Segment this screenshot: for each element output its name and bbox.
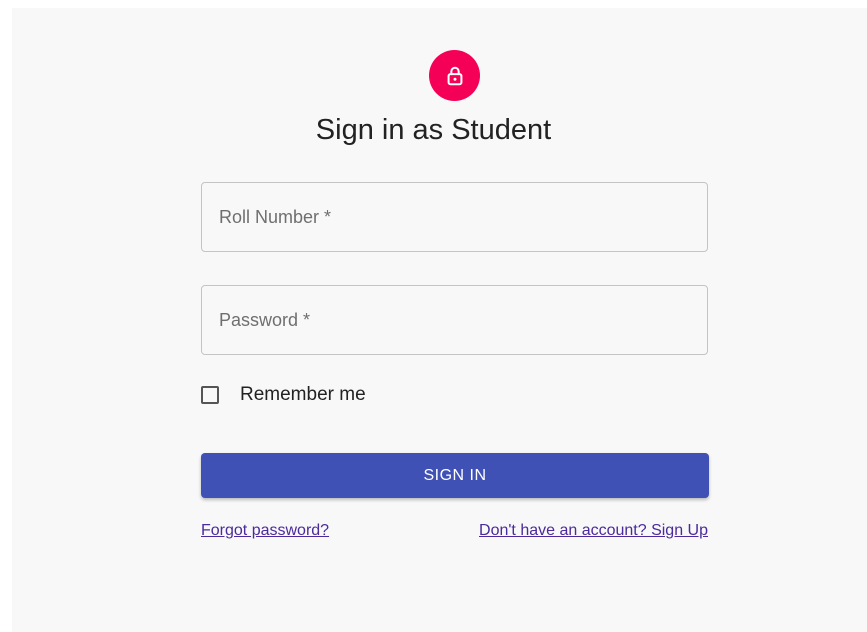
password-placeholder: Password * xyxy=(219,310,311,330)
password-input[interactable]: Password * xyxy=(201,285,708,355)
roll-number-placeholder: Roll Number * xyxy=(219,207,332,227)
sign-up-link[interactable]: Don't have an account? Sign Up xyxy=(479,520,708,542)
sign-in-button[interactable]: SIGN IN xyxy=(201,453,709,498)
lock-icon xyxy=(447,66,462,85)
remember-me-checkbox[interactable] xyxy=(201,386,219,404)
remember-me-label: Remember me xyxy=(240,384,366,405)
page-title: Sign in as Student xyxy=(315,114,552,146)
lock-avatar xyxy=(429,50,480,101)
forgot-password-link[interactable]: Forgot password? xyxy=(201,520,329,542)
remember-me-control[interactable]: Remember me xyxy=(201,381,366,409)
roll-number-input[interactable]: Roll Number * xyxy=(201,182,708,252)
